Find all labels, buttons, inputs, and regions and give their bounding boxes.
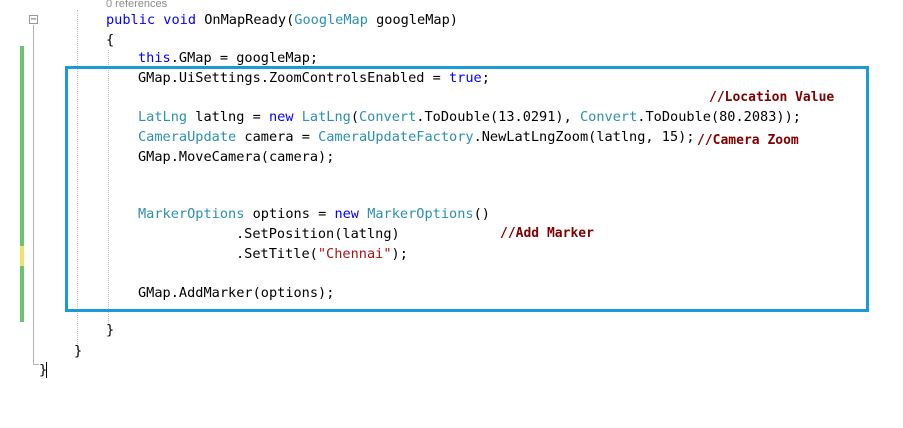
code-line-open-brace: { bbox=[106, 32, 115, 48]
change-bar-unsaved bbox=[20, 246, 24, 266]
change-bar bbox=[20, 266, 24, 322]
param-rest: googleMap) bbox=[367, 12, 458, 28]
collapse-toggle-icon[interactable]: − bbox=[29, 15, 38, 25]
keyword: public bbox=[106, 12, 156, 28]
code-line-close-method: } bbox=[106, 322, 115, 338]
keyword: this bbox=[138, 50, 171, 66]
method-name: OnMapReady( bbox=[196, 12, 295, 28]
code-line-gmap-assign: this.GMap = googleMap; bbox=[138, 48, 318, 68]
code-line-signature: public void OnMapReady(GoogleMap googleM… bbox=[106, 10, 458, 30]
keyword: void bbox=[163, 12, 197, 28]
change-bar bbox=[20, 46, 24, 246]
code-line-close-class: } bbox=[74, 343, 83, 359]
code-editor[interactable]: − 0 references public void OnMapReady(Go… bbox=[0, 0, 903, 428]
code-text: .GMap = googleMap; bbox=[170, 50, 319, 66]
highlight-box bbox=[65, 66, 869, 312]
text-caret bbox=[46, 362, 47, 378]
type-name: GoogleMap bbox=[294, 12, 368, 28]
outline-line bbox=[33, 25, 34, 365]
